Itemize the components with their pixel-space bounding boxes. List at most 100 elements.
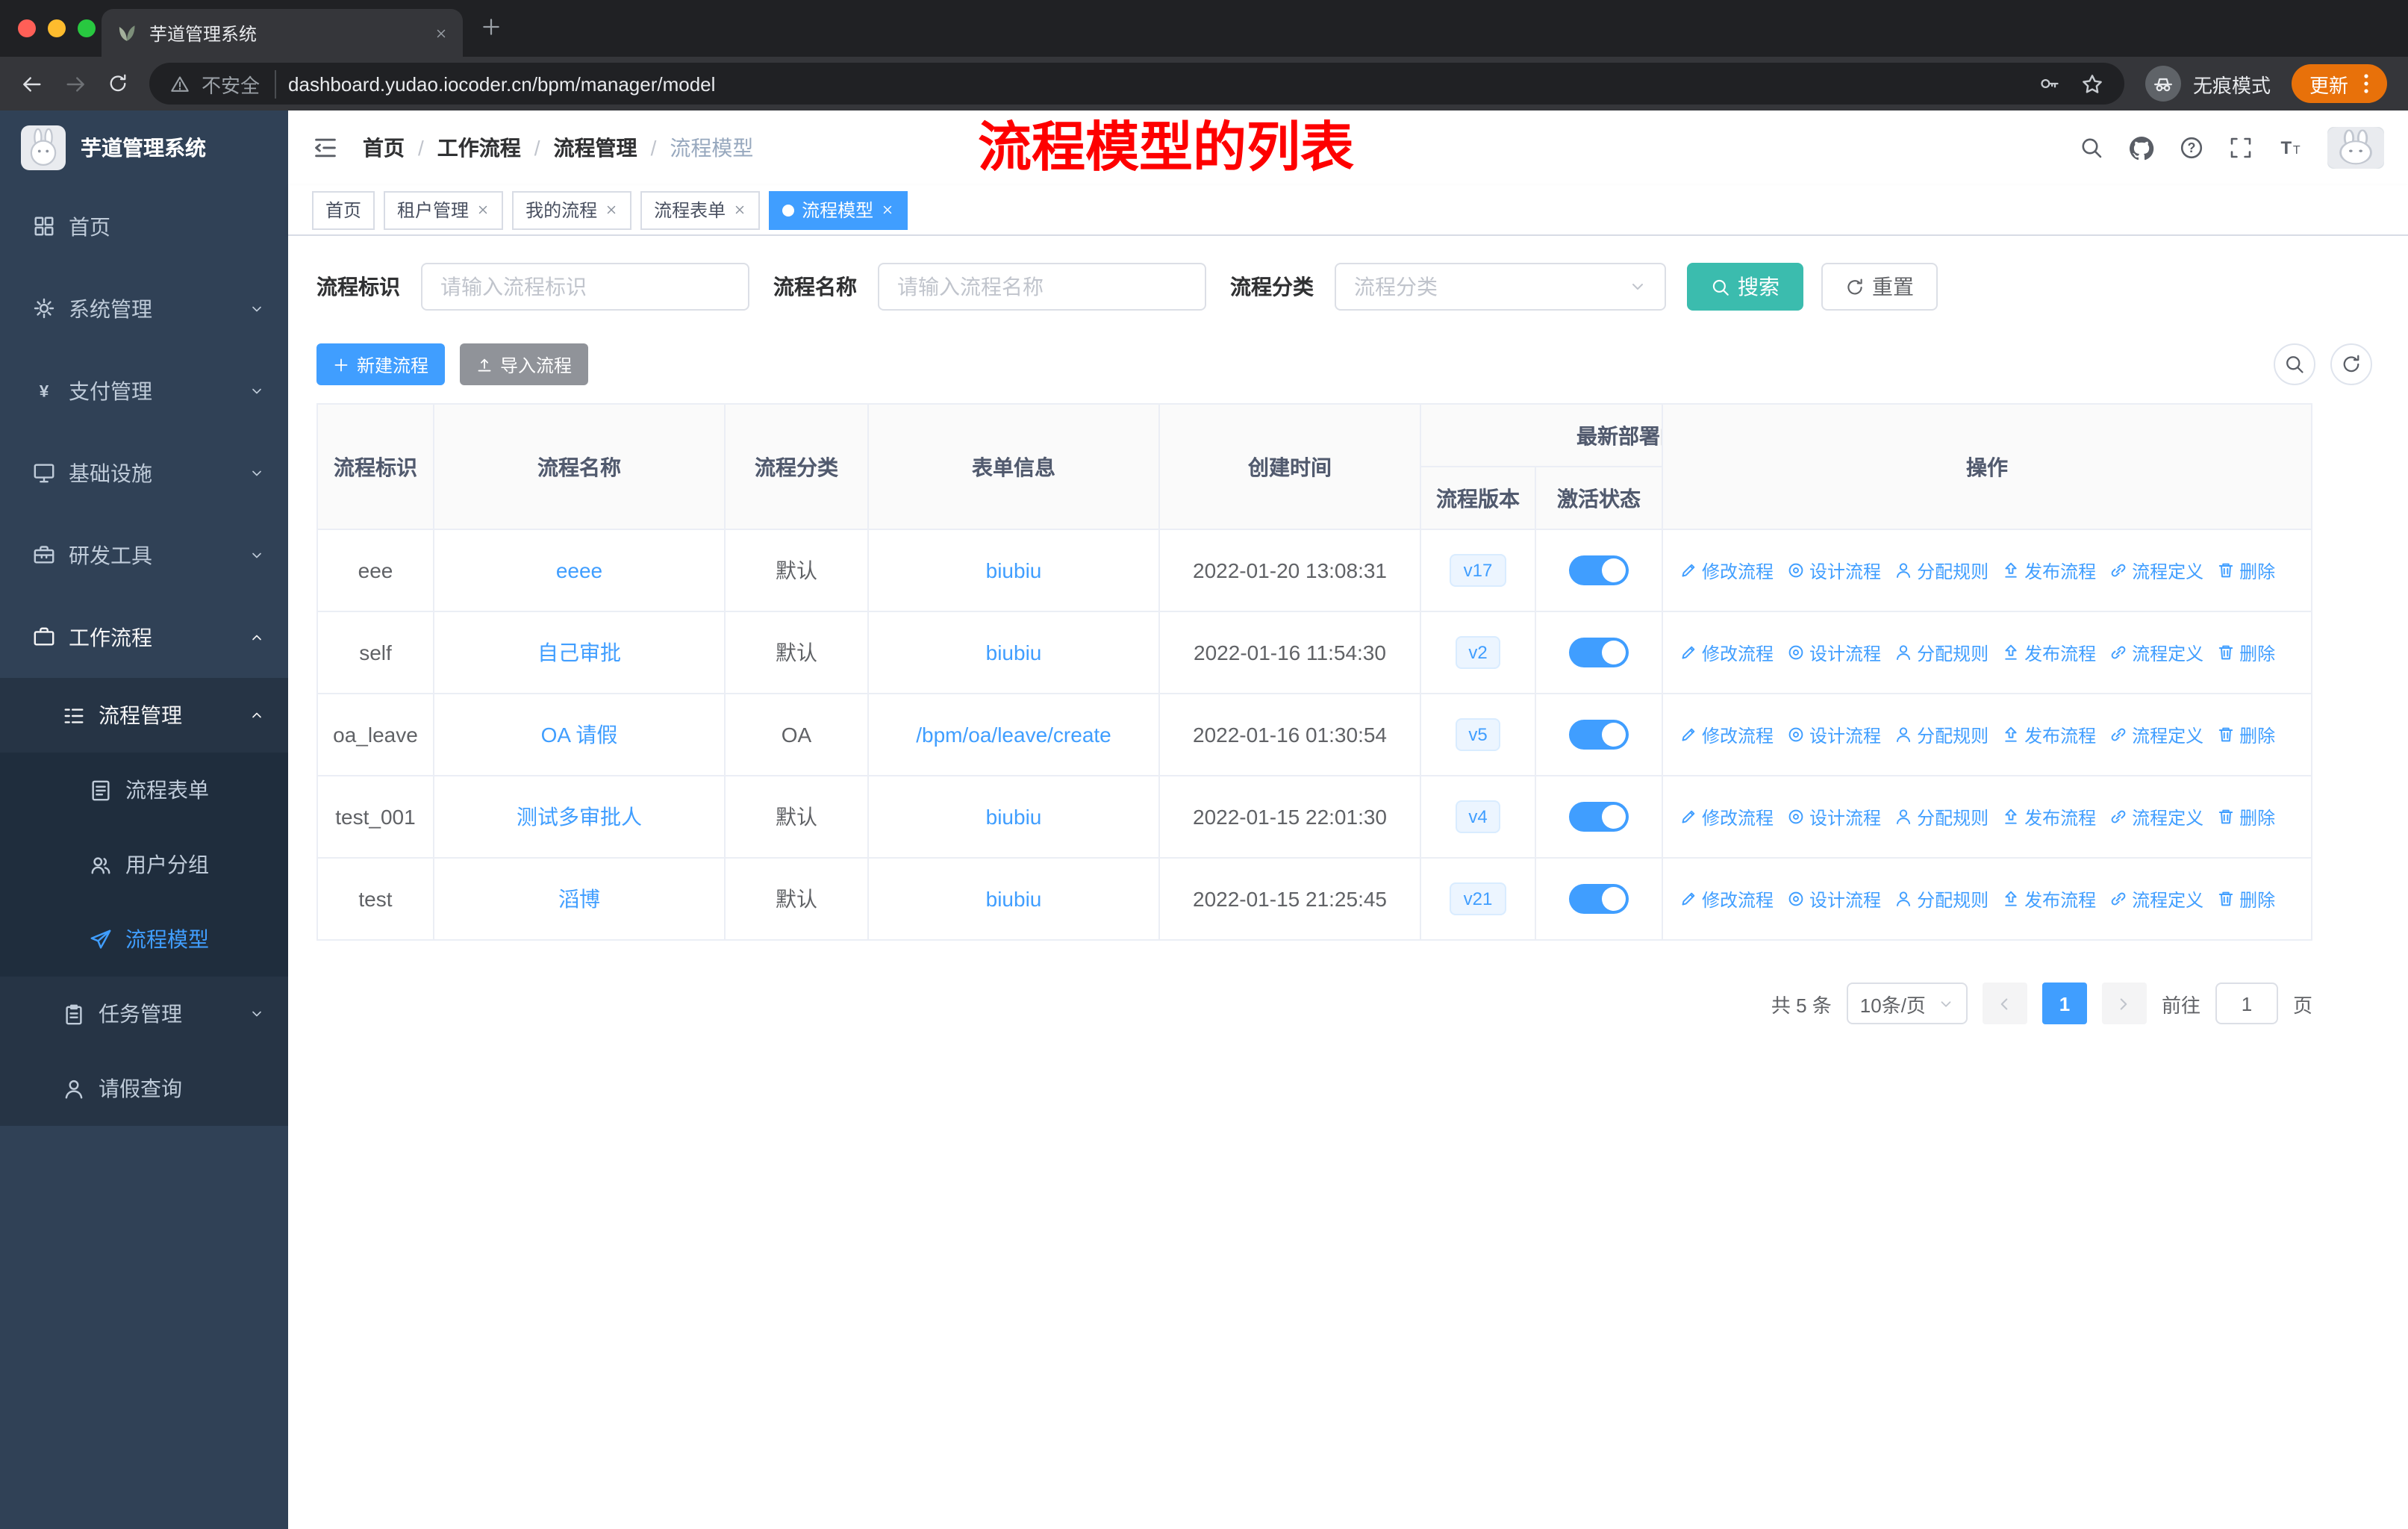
sidebar-item-payment-mgmt[interactable]: ¥ 支付管理 <box>0 349 288 432</box>
op-assign-link[interactable]: 分配规则 <box>1894 886 1989 912</box>
toggle-search-button[interactable] <box>2274 343 2315 385</box>
sidebar-item-dev-tools[interactable]: 研发工具 <box>0 514 288 596</box>
page-1-button[interactable]: 1 <box>2042 983 2087 1024</box>
window-zoom-button[interactable] <box>78 19 96 37</box>
key-icon[interactable] <box>2039 72 2060 95</box>
op-publish-link[interactable]: 发布流程 <box>2002 886 2096 912</box>
reload-icon[interactable] <box>107 73 128 94</box>
user-avatar[interactable] <box>2327 127 2384 169</box>
active-toggle[interactable] <box>1569 802 1629 832</box>
form-info-link[interactable]: biubiu <box>986 887 1042 911</box>
not-secure-icon[interactable] <box>170 74 190 93</box>
tag-process-model[interactable]: 流程模型 <box>769 190 908 229</box>
github-icon[interactable] <box>2129 135 2154 161</box>
tag-close-icon[interactable] <box>881 203 894 217</box>
tag-close-icon[interactable] <box>605 203 618 217</box>
op-definition-link[interactable]: 流程定义 <box>2109 804 2203 829</box>
form-info-link[interactable]: biubiu <box>986 805 1042 829</box>
active-toggle[interactable] <box>1569 638 1629 667</box>
goto-page-input[interactable] <box>2215 983 2278 1024</box>
active-toggle[interactable] <box>1569 884 1629 914</box>
form-info-link[interactable]: /bpm/oa/leave/create <box>916 723 1111 747</box>
font-size-icon[interactable]: TT <box>2278 136 2302 160</box>
op-definition-link[interactable]: 流程定义 <box>2109 722 2203 747</box>
op-edit-link[interactable]: 修改流程 <box>1679 640 1774 665</box>
page-size-select[interactable]: 10条/页 <box>1846 983 1968 1024</box>
breadcrumb-item[interactable]: 流程管理 <box>554 133 637 163</box>
op-assign-link[interactable]: 分配规则 <box>1894 558 1989 583</box>
op-publish-link[interactable]: 发布流程 <box>2002 722 2096 747</box>
sidebar-fold-icon[interactable] <box>312 134 339 161</box>
op-assign-link[interactable]: 分配规则 <box>1894 804 1989 829</box>
filter-category-select[interactable]: 流程分类 <box>1335 263 1666 311</box>
filter-name-input[interactable] <box>878 263 1206 311</box>
sidebar-item-process-mgmt[interactable]: 流程管理 <box>0 678 288 753</box>
op-design-link[interactable]: 设计流程 <box>1787 640 1881 665</box>
op-design-link[interactable]: 设计流程 <box>1787 804 1881 829</box>
tag-close-icon[interactable] <box>476 203 490 217</box>
op-definition-link[interactable]: 流程定义 <box>2109 558 2203 583</box>
process-name-link[interactable]: 自己审批 <box>537 638 621 667</box>
back-icon[interactable] <box>21 72 43 95</box>
sidebar-item-leave-query[interactable]: 请假查询 <box>0 1051 288 1126</box>
sidebar-item-workflow[interactable]: 工作流程 <box>0 596 288 678</box>
tag-home[interactable]: 首页 <box>312 190 375 229</box>
op-publish-link[interactable]: 发布流程 <box>2002 558 2096 583</box>
tag-process-form[interactable]: 流程表单 <box>640 190 761 229</box>
op-edit-link[interactable]: 修改流程 <box>1679 886 1774 912</box>
forward-icon[interactable] <box>64 72 87 95</box>
op-definition-link[interactable]: 流程定义 <box>2109 640 2203 665</box>
tag-close-icon[interactable] <box>733 203 746 217</box>
sidebar-item-infrastructure[interactable]: 基础设施 <box>0 432 288 514</box>
sidebar-item-system-mgmt[interactable]: 系统管理 <box>0 267 288 349</box>
breadcrumb-item[interactable]: 首页 <box>363 133 405 163</box>
breadcrumb-item[interactable]: 工作流程 <box>437 133 521 163</box>
process-name-link[interactable]: eeee <box>556 558 602 582</box>
sidebar-item-home[interactable]: 首页 <box>0 185 288 267</box>
active-toggle[interactable] <box>1569 555 1629 585</box>
browser-update-button[interactable]: 更新 <box>2291 64 2387 103</box>
op-publish-link[interactable]: 发布流程 <box>2002 804 2096 829</box>
help-icon[interactable]: ? <box>2180 136 2203 160</box>
sidebar-item-process-model[interactable]: 流程模型 <box>0 902 288 977</box>
search-button[interactable]: 搜索 <box>1687 263 1803 311</box>
active-toggle[interactable] <box>1569 720 1629 750</box>
sidebar-item-user-group[interactable]: 用户分组 <box>0 827 288 902</box>
op-delete-link[interactable]: 删除 <box>2217 558 2275 583</box>
window-close-button[interactable] <box>18 19 36 37</box>
address-bar[interactable]: 不安全 dashboard.yudao.iocoder.cn/bpm/manag… <box>149 63 2124 105</box>
tag-my-process[interactable]: 我的流程 <box>512 190 632 229</box>
op-delete-link[interactable]: 删除 <box>2217 722 2275 747</box>
op-edit-link[interactable]: 修改流程 <box>1679 558 1774 583</box>
op-delete-link[interactable]: 删除 <box>2217 804 2275 829</box>
bookmark-star-icon[interactable] <box>2081 72 2103 95</box>
sidebar-logo[interactable]: 芋道管理系统 <box>0 110 288 185</box>
sidebar-item-task-mgmt[interactable]: 任务管理 <box>0 977 288 1051</box>
process-name-link[interactable]: 测试多审批人 <box>517 802 642 832</box>
op-design-link[interactable]: 设计流程 <box>1787 886 1881 912</box>
refresh-table-button[interactable] <box>2330 343 2372 385</box>
op-edit-link[interactable]: 修改流程 <box>1679 722 1774 747</box>
op-definition-link[interactable]: 流程定义 <box>2109 886 2203 912</box>
prev-page-button[interactable] <box>1982 983 2027 1024</box>
import-process-button[interactable]: 导入流程 <box>460 343 589 385</box>
process-name-link[interactable]: 滔博 <box>558 884 600 914</box>
create-process-button[interactable]: 新建流程 <box>316 343 446 385</box>
tab-close-icon[interactable] <box>434 26 448 40</box>
op-edit-link[interactable]: 修改流程 <box>1679 804 1774 829</box>
next-page-button[interactable] <box>2101 983 2147 1024</box>
filter-id-input[interactable] <box>421 263 749 311</box>
window-minimize-button[interactable] <box>48 19 66 37</box>
process-name-link[interactable]: OA 请假 <box>541 720 618 750</box>
tag-tenant-mgmt[interactable]: 租户管理 <box>384 190 504 229</box>
op-delete-link[interactable]: 删除 <box>2217 640 2275 665</box>
op-assign-link[interactable]: 分配规则 <box>1894 722 1989 747</box>
op-publish-link[interactable]: 发布流程 <box>2002 640 2096 665</box>
browser-menu-icon[interactable] <box>2354 72 2378 96</box>
browser-tab[interactable]: 芋道管理系统 <box>102 9 463 57</box>
op-design-link[interactable]: 设计流程 <box>1787 722 1881 747</box>
op-assign-link[interactable]: 分配规则 <box>1894 640 1989 665</box>
sidebar-item-process-form[interactable]: 流程表单 <box>0 753 288 827</box>
new-tab-button[interactable] <box>481 16 502 37</box>
op-design-link[interactable]: 设计流程 <box>1787 558 1881 583</box>
